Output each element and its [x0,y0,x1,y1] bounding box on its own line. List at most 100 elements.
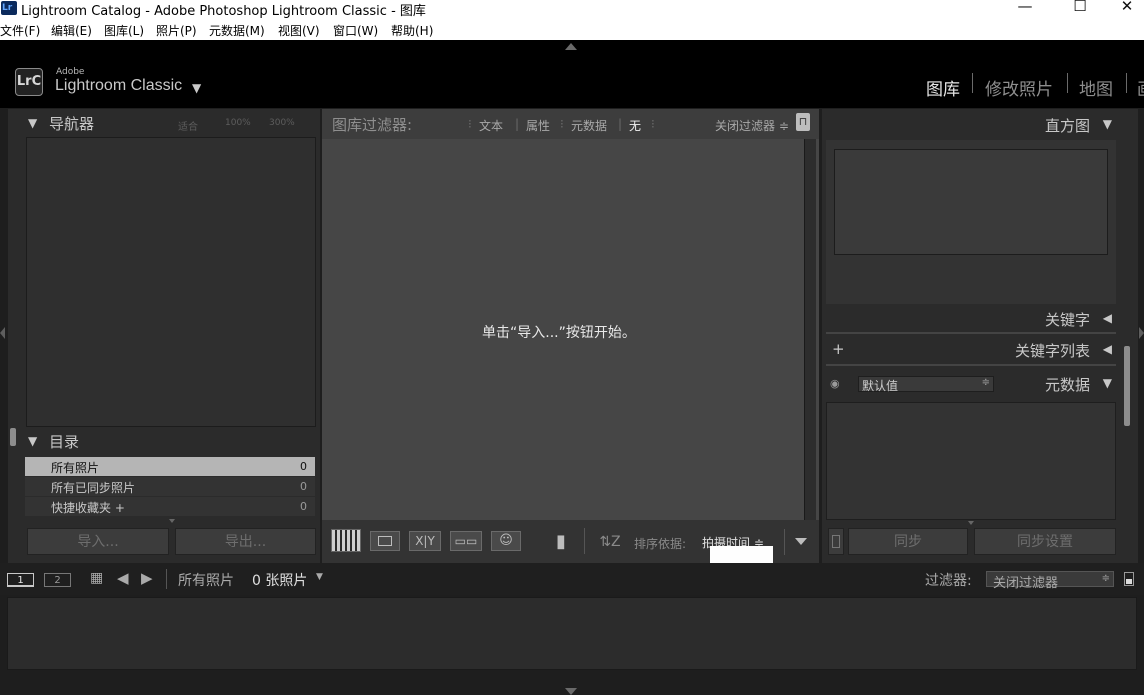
navigator-header[interactable]: ▼ 导航器 适合 100% 300% [22,109,318,137]
module-book[interactable]: 画 [1137,75,1144,100]
window-title: Lightroom Catalog - Adobe Photoshop Ligh… [21,4,426,19]
product-name[interactable]: Lightroom Classic [55,77,182,95]
menu-window[interactable]: 窗口(W) [333,22,378,39]
menu-view[interactable]: 视图(V) [278,22,320,39]
histogram-display [834,149,1108,255]
window-title-bar[interactable]: Lr Lightroom Catalog - Adobe Photoshop L… [0,0,1144,19]
identity-dropdown-icon[interactable]: ▼ [192,81,201,95]
grid-scrollbar[interactable] [804,139,816,520]
sort-direction-icon[interactable]: ⇅Z [594,529,626,555]
maximize-button[interactable]: ☐ [1060,0,1100,15]
filmstrip[interactable] [7,597,1137,670]
catalog-row-count: 0 [300,460,307,473]
histogram-area [826,140,1116,304]
module-map[interactable]: 地图 [1079,75,1113,100]
panel-end-mark-icon [169,519,175,523]
filmstrip-source[interactable]: 所有照片 [178,570,234,590]
filter-bar-title: 图库过滤器: [332,116,413,134]
switch-knob [1126,579,1132,584]
back-arrow-icon[interactable]: ◀ [117,569,129,587]
module-separator [1126,73,1127,93]
collapse-triangle-icon: ▼ [1102,117,1112,131]
filmstrip-filter-dropdown[interactable]: 关闭过滤器 ≑ [986,571,1114,591]
filter-metadata-option[interactable]: 元数据 [571,117,607,134]
expand-triangle-icon: ◀ [1102,342,1112,356]
bottom-panel-toggle-icon[interactable] [565,688,577,695]
menu-library[interactable]: 图库(L) [104,22,144,39]
menu-metadata[interactable]: 元数据(M) [209,22,265,39]
vendor-label: Adobe [56,67,85,77]
menu-help[interactable]: 帮助(H) [391,22,433,39]
filter-text-option[interactable]: 文本 [479,117,503,134]
empty-grid-message: 单击“导入...”按钮开始。 [482,325,636,341]
minimize-button[interactable]: — [1005,0,1045,15]
histogram-title: 直方图 [1044,117,1090,135]
export-button[interactable]: 导出... [175,528,316,555]
catalog-title: 目录 [49,433,80,451]
menu-photo[interactable]: 照片(P) [156,22,197,39]
catalog-header[interactable]: ▼ 目录 [22,428,318,454]
keywording-header[interactable]: 关键字 ◀ [826,306,1116,331]
catalog-row[interactable]: 快捷收藏夹 + 0 [25,497,315,516]
primary-window-button[interactable]: 1 [7,573,34,587]
collapse-triangle-icon: ▼ [28,116,38,130]
filter-lock-icon[interactable]: ⊓ [796,113,810,131]
loupe-view-icon[interactable] [370,531,400,551]
menu-file[interactable]: 文件(F) [0,22,40,39]
navigator-title: 导航器 [49,115,95,133]
menu-bar: 文件(F) 编辑(E) 图库(L) 照片(P) 元数据(M) 视图(V) 窗口(… [0,18,1144,40]
survey-view-icon[interactable]: ▭▭ [450,531,482,551]
filmstrip-divider [166,569,167,589]
zoom-300-option[interactable]: 300% [269,118,295,128]
panel-end-mark-icon [968,521,974,525]
grid-view-shortcut-icon[interactable]: ▦ [90,570,103,586]
zoom-fit-option[interactable]: 适合 [178,118,198,133]
filmstrip-filter-label: 过滤器: [925,573,972,589]
auto-sync-toggle[interactable] [828,528,844,555]
metadata-preset-dropdown[interactable]: 默认值 ≑ [858,376,994,393]
sort-label: 排序依据: [634,537,687,551]
collapse-triangle-icon: ▼ [28,434,38,448]
source-dropdown-icon[interactable]: ▼ [316,572,323,582]
catalog-row-label: 所有已同步照片 [51,481,136,495]
import-button[interactable]: 导入... [27,528,169,555]
toolbar-content-dropdown-icon[interactable] [795,538,807,545]
filter-none-option[interactable]: 无 [629,117,641,134]
filter-divider: | [618,117,623,131]
filter-attribute-option[interactable]: 属性 [526,117,550,134]
painter-spray-icon[interactable]: ▮ [546,528,576,556]
catalog-row-selected[interactable]: 所有照片 0 [25,457,315,476]
histogram-header[interactable]: 直方图 ▼ [826,110,1116,138]
left-panel-toggle-icon[interactable] [0,327,5,339]
right-panel-toggle-icon[interactable] [1139,327,1144,339]
library-filter-bar: 图库过滤器: ⁝ 文本 | 属性 ⁝ 元数据 | 无 ⁝ 关闭过滤器 ≑ ⊓ [322,109,819,139]
filter-divider: | [515,117,520,131]
keyword-list-header[interactable]: + 关键字列表 ◀ [826,337,1116,362]
right-panel-scrollbar[interactable] [1124,346,1130,426]
keyword-list-title: 关键字列表 [1014,342,1090,360]
menu-edit[interactable]: 编辑(E) [51,22,92,39]
zoom-100-option[interactable]: 100% [225,118,251,128]
grid-view-area[interactable]: 单击“导入...”按钮开始。 [322,139,819,520]
module-develop[interactable]: 修改照片 [985,75,1053,100]
close-button[interactable]: ✕ [1107,0,1144,15]
filter-preset-dropdown[interactable]: 关闭过滤器 ≑ [715,117,789,134]
module-library[interactable]: 图库 [926,75,960,100]
eye-icon[interactable]: ◉ [830,377,840,390]
grid-view-icon[interactable] [331,529,361,552]
sync-settings-button[interactable]: 同步设置 [974,528,1116,555]
filter-switch-icon[interactable] [1124,572,1134,586]
forward-arrow-icon[interactable]: ▶ [141,569,153,587]
left-panel-scrollbar[interactable] [10,428,16,446]
compare-view-icon[interactable]: X|Y [409,531,441,551]
people-view-icon[interactable]: ☺ [491,531,521,551]
expand-triangle-icon: ◀ [1102,311,1112,325]
filmstrip-photo-count: 0 张照片 [252,573,308,589]
sync-button[interactable]: 同步 [848,528,968,555]
secondary-window-button[interactable]: 2 [44,573,71,587]
metadata-header[interactable]: ◉ 默认值 ≑ 元数据 ▼ [826,371,1116,398]
top-panel-toggle-icon[interactable] [565,43,577,50]
catalog-row[interactable]: 所有已同步照片 0 [25,477,315,496]
filmstrip-header: 1 2 ▦ ◀ ▶ 所有照片 0 张照片 ▼ 过滤器: 关闭过滤器 ≑ [0,563,1144,595]
add-keyword-button[interactable]: + [832,340,845,358]
